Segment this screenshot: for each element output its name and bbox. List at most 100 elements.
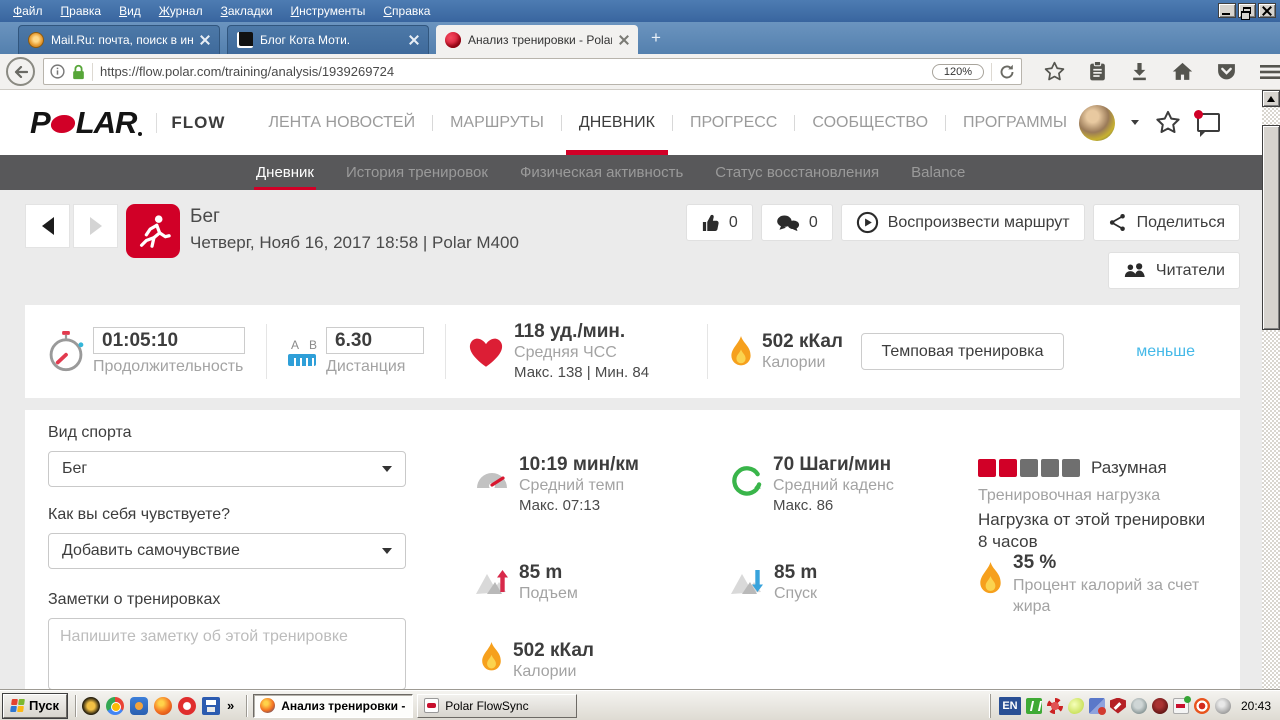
ascent-value: 85 m [519,562,578,584]
stopwatch-icon [48,331,84,373]
blue-squares-error-icon[interactable] [1089,698,1105,714]
urlbar-divider [92,63,93,81]
library-clipboard-icon[interactable] [1088,61,1107,82]
heart-rate-label: Средняя ЧСС [514,344,686,362]
duration-input[interactable] [93,327,245,354]
dark-red-disc-icon[interactable] [1152,698,1168,714]
menu-view[interactable]: Вид [110,1,150,21]
red-shield-icon[interactable] [1110,698,1126,714]
summary-divider [707,324,708,379]
menu-bookmarks[interactable]: Закладки [212,1,282,21]
distance-input[interactable] [326,327,424,354]
polar-logo-oval-icon [49,115,76,133]
menu-edit[interactable]: Правка [52,1,111,21]
pocket-icon[interactable] [1216,61,1237,82]
nav-community[interactable]: СООБЩЕСТВО [795,90,945,155]
subnav-diary[interactable]: Дневник [240,155,330,190]
nav-progress[interactable]: ПРОГРЕСС [673,90,794,155]
opera-icon[interactable] [178,697,196,715]
red-burst-icon[interactable] [1047,698,1063,714]
nav-feed[interactable]: ЛЕНТА НОВОСТЕЙ [251,90,432,155]
subnav-balance[interactable]: Balance [895,155,981,190]
running-sport-icon [126,204,180,258]
browser-tab-mailru[interactable]: Mail.Ru: почта, поиск в инт… [18,25,220,54]
hamburger-menu-icon[interactable] [1260,64,1280,80]
menu-tools[interactable]: Инструменты [282,1,375,21]
browser-tab-polar-active[interactable]: Анализ тренировки - Polar F… [436,25,638,54]
info-icon[interactable] [50,64,65,79]
subnav-recovery[interactable]: Статус восстановления [699,155,895,190]
nav-programs[interactable]: ПРОГРАММЫ [946,90,1084,155]
scrollbar-thumb[interactable] [1262,125,1280,330]
replay-route-button[interactable]: Воспроизвести маршрут [841,204,1085,241]
close-button[interactable] [1258,3,1276,18]
restore-button[interactable] [1238,3,1256,18]
share-button[interactable]: Поделиться [1093,204,1240,241]
next-session-button[interactable] [73,204,118,248]
tab-close-icon[interactable] [200,35,210,45]
close-icon [1262,6,1272,16]
green-a-icon[interactable] [1026,698,1042,714]
comments-button[interactable]: 0 [761,204,833,241]
zoom-level-badge[interactable]: 120% [932,64,984,80]
chevron-down-icon[interactable] [1131,120,1139,125]
grey-sphere-icon[interactable] [1215,698,1231,714]
favorites-star-icon[interactable] [1155,110,1181,135]
arrow-right-icon [90,217,102,235]
previous-session-button[interactable] [25,204,70,248]
webcam-icon[interactable] [1131,698,1147,714]
url-input[interactable] [100,64,925,79]
gold-app-icon[interactable] [82,697,100,715]
menu-history[interactable]: Журнал [150,1,212,21]
load-square-empty [1062,459,1080,477]
avatar[interactable] [1079,105,1115,141]
lock-icon[interactable] [72,64,85,80]
reload-icon[interactable] [999,64,1015,80]
feeling-select[interactable]: Добавить самочувствие [48,533,406,569]
scroll-up-button[interactable] [1262,90,1280,107]
bookmark-star-icon[interactable] [1044,61,1065,82]
flowsync-doc-icon[interactable] [1173,698,1189,714]
page-scrollbar[interactable] [1262,90,1280,690]
sport-select[interactable]: Бег [48,451,406,487]
blue-app-icon[interactable] [130,697,148,715]
site-header: PLAR FLOW ЛЕНТА НОВОСТЕЙ МАРШРУТЫ ДНЕВНИ… [0,90,1262,155]
task-button-flowsync[interactable]: Polar FlowSync [417,694,577,718]
notes-textarea[interactable] [48,618,406,690]
show-less-link[interactable]: меньше [1136,343,1195,361]
language-indicator[interactable]: EN [999,697,1021,715]
home-icon[interactable] [1172,62,1193,81]
minimize-button[interactable] [1218,3,1236,18]
new-tab-button[interactable]: + [645,28,667,48]
registered-mark [138,132,142,136]
red-target-icon[interactable] [1194,698,1210,714]
chrome-icon[interactable] [106,697,124,715]
followers-button[interactable]: Читатели [1108,252,1240,289]
descent-value: 85 m [774,562,817,584]
workout-tag-button[interactable]: Темповая тренировка [861,333,1064,370]
address-bar[interactable]: 120% [43,58,1022,85]
leaf-icon[interactable] [1068,698,1084,714]
nav-routes[interactable]: МАРШРУТЫ [433,90,561,155]
menu-help[interactable]: Справка [374,1,439,21]
notifications-icon[interactable] [1197,113,1220,132]
downloads-icon[interactable] [1130,62,1149,81]
browser-tab-blog[interactable]: Блог Кота Моти. [227,25,429,54]
polar-logo[interactable]: PLAR [30,105,142,141]
menu-file[interactable]: Файл [4,1,52,21]
back-button[interactable] [6,57,35,86]
firefox-icon[interactable] [154,697,172,715]
quick-launch-overflow[interactable]: » [227,698,234,713]
taskbar-clock[interactable]: 20:43 [1241,699,1271,713]
subnav-history[interactable]: История тренировок [330,155,504,190]
nav-diary[interactable]: ДНЕВНИК [562,90,672,155]
tab-close-icon[interactable] [409,35,419,45]
like-button[interactable]: 0 [686,204,753,241]
tab-close-icon[interactable] [619,35,629,45]
task-button-firefox[interactable]: Анализ тренировки - ... [253,694,413,718]
taskbar: Пуск » Анализ тренировки - ... Polar Flo… [0,690,1280,720]
subnav-activity[interactable]: Физическая активность [504,155,699,190]
floppy-save-icon[interactable] [202,697,220,715]
start-button[interactable]: Пуск [3,694,67,718]
feeling-select-value: Добавить самочувствие [62,542,240,560]
